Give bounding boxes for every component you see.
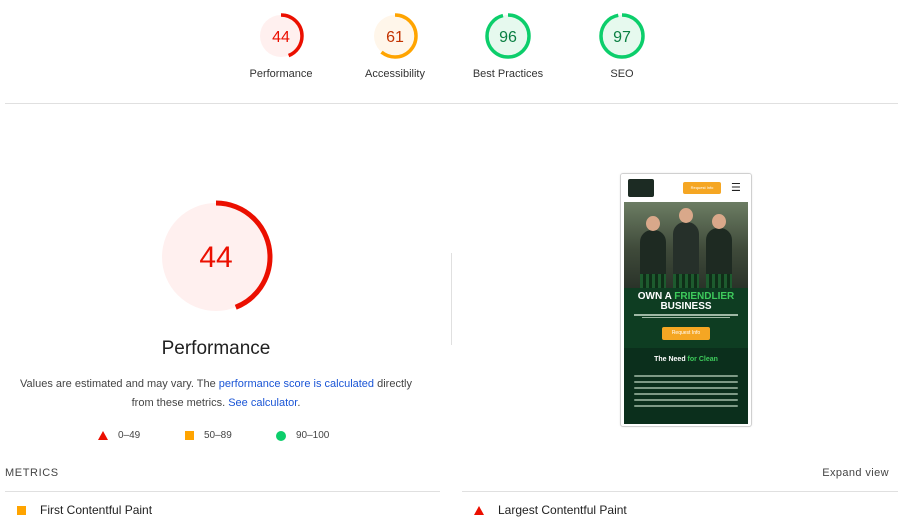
metrics-section-label: METRICS (5, 467, 59, 479)
person-figure (640, 230, 666, 288)
see-calculator-link[interactable]: See calculator (228, 397, 297, 409)
gauge-score: 96 (499, 29, 517, 46)
hero-banner: OWN A FRIENDLIER BUSINESS Request Info (624, 288, 748, 348)
gauge-accessibility[interactable]: 61 Accessibility (335, 12, 455, 80)
expand-view-button[interactable]: Expand view (822, 467, 889, 479)
performance-score-link[interactable]: performance score is calculated (219, 378, 374, 390)
person-head (712, 214, 726, 229)
text-line (634, 375, 738, 377)
triangle-icon (474, 506, 484, 516)
square-icon (185, 431, 194, 440)
gauge-label: Best Practices (472, 68, 544, 80)
metric-largest-contentful-paint[interactable]: Largest Contentful Paint (474, 503, 627, 517)
gauge-best-practices[interactable]: 96 Best Practices (448, 12, 568, 80)
performance-score: 44 (199, 241, 232, 274)
gauge-score: 44 (272, 29, 290, 46)
desc-text: Values are estimated and may vary. The (20, 378, 219, 390)
legend-item-pass: 90–100 (276, 430, 329, 441)
header-divider (5, 103, 898, 104)
gauge-label: SEO (610, 68, 634, 80)
hero-fine-text (634, 313, 738, 319)
page-screenshot-thumbnail[interactable]: Request Info ☰ OWN A FRIENDLIER BUSINESS … (620, 173, 752, 427)
text-line (634, 393, 738, 395)
site-header: Request Info ☰ (621, 174, 751, 202)
desc-text: . (297, 397, 301, 409)
person-figure (673, 222, 699, 288)
gauge-label: Performance (249, 68, 313, 80)
text-line (634, 405, 738, 407)
hamburger-menu-icon: ☰ (731, 182, 741, 194)
triangle-icon (98, 431, 108, 440)
gauge-ring: 97 (599, 13, 645, 59)
text-line (634, 387, 738, 389)
person-figure (706, 228, 732, 288)
person-head (679, 208, 693, 223)
text-line (634, 381, 738, 383)
performance-gauge-large: 44 (158, 199, 274, 320)
performance-description: Values are estimated and may vary. The p… (20, 375, 412, 413)
site-request-button: Request Info (683, 182, 721, 194)
performance-title: Performance (161, 338, 271, 359)
hero-headline: OWN A FRIENDLIER BUSINESS (637, 291, 735, 312)
gauge-ring: 61 (372, 13, 418, 59)
hero-request-button: Request Info (662, 327, 710, 340)
gauge-ring: 96 (485, 13, 531, 59)
person-head (646, 216, 660, 231)
vertical-divider (451, 253, 452, 345)
need-section-title: The Need for Clean (654, 356, 718, 363)
gauge-seo[interactable]: 97 SEO (562, 12, 682, 80)
circle-icon (276, 430, 286, 441)
metric-first-contentful-paint[interactable]: First Contentful Paint (17, 503, 152, 517)
site-logo-icon (628, 179, 654, 197)
metrics-divider-right (462, 491, 898, 492)
text-line (634, 399, 738, 401)
metrics-divider-left (5, 491, 440, 492)
gauge-ring: 44 (258, 13, 304, 59)
category-gauges: 44 Performance 61 Accessibility 96 Best … (0, 12, 904, 92)
legend-item-fail: 0–49 (98, 430, 140, 441)
gauge-score: 61 (386, 29, 404, 46)
hero-photo (624, 202, 748, 288)
gauge-performance[interactable]: 44 Performance (221, 12, 341, 80)
gauge-label: Accessibility (365, 68, 425, 80)
performance-gauge-ring: 44 (159, 200, 273, 314)
legend-item-average: 50–89 (185, 430, 232, 441)
metric-name: First Contentful Paint (40, 503, 153, 517)
metric-name: Largest Contentful Paint (498, 503, 627, 517)
need-section: The Need for Clean (624, 348, 748, 424)
square-icon (17, 506, 26, 516)
gauge-score: 97 (613, 29, 631, 46)
